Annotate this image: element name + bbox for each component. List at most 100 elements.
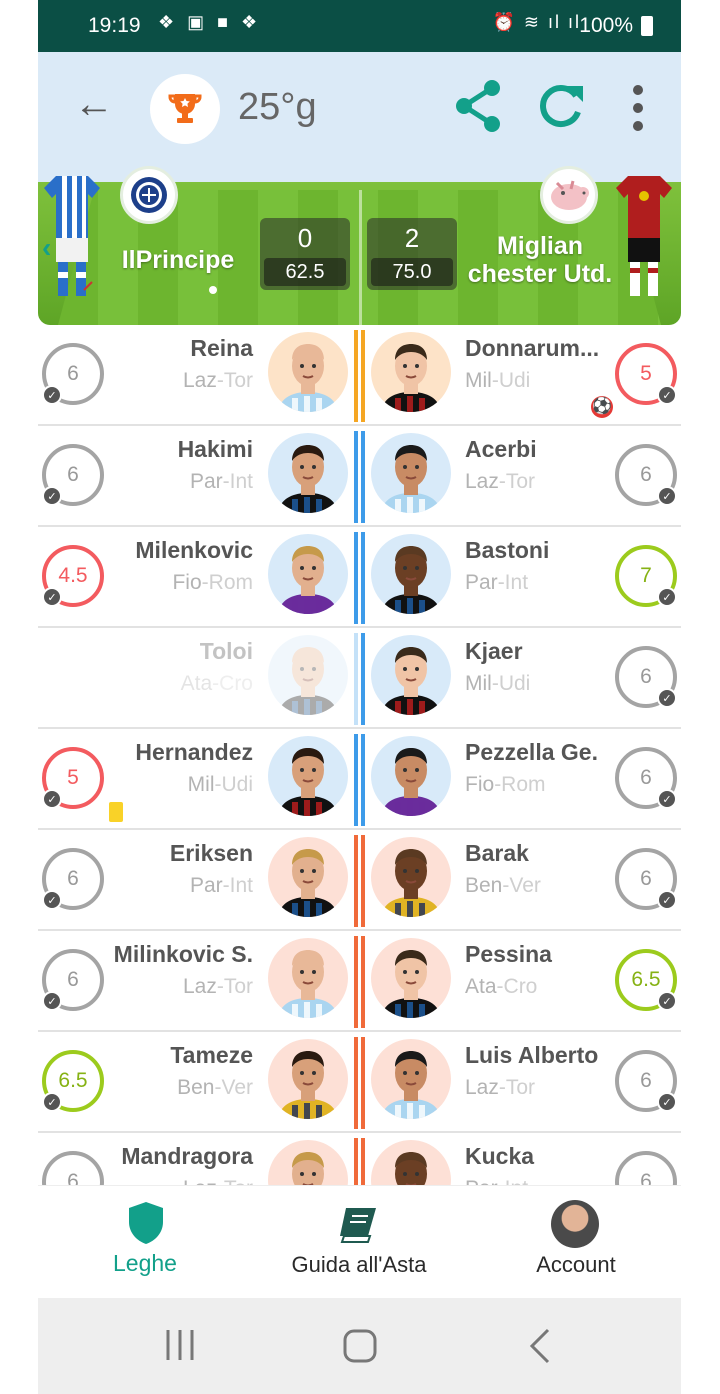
role-bar	[354, 330, 358, 422]
lineup-list[interactable]: Reina Laz-Tor 6 ✓ Donnarum... Mil-Udi 5 ✓ ⚽ Hakim…	[38, 325, 681, 1185]
away-crest-icon	[540, 166, 598, 224]
nav-account[interactable]: Account	[514, 1186, 638, 1299]
nav-leghe[interactable]: Leghe	[78, 1186, 212, 1299]
recent-apps-icon[interactable]	[164, 1328, 196, 1362]
player-rating[interactable]: 6✓	[42, 343, 104, 405]
player-rating[interactable]: 5 ✓	[615, 343, 677, 405]
player-rating[interactable]: 4.5 ✓	[42, 545, 104, 607]
yellow-card-icon	[109, 802, 123, 822]
player-rating[interactable]: 6✓	[42, 949, 104, 1011]
player-rating[interactable]: 6✓	[615, 444, 677, 506]
player-opponent: -Udi	[491, 369, 531, 392]
player-rating[interactable]: 6✓	[615, 747, 677, 809]
player-fixture: Laz-Tor	[183, 975, 253, 999]
player-opponent: -Rom	[201, 571, 253, 594]
player-name: Pessina	[465, 941, 552, 967]
player-opponent: -Tor	[216, 975, 253, 998]
away-team-name[interactable]: Miglian chester Utd.	[464, 232, 616, 288]
check-icon: ✓	[657, 1092, 677, 1112]
app-screen: 19:19 ❖ ▣ ■ ❖ ⏰ ≋ ıl ıl 100% ← 25°g IlPr…	[38, 0, 681, 1394]
prev-match-chevron-icon[interactable]: ‹	[42, 232, 51, 264]
player-rating[interactable]: 6✓	[42, 848, 104, 910]
player-rating[interactable]: 6✓	[615, 1151, 677, 1185]
player-name: Reina	[190, 335, 253, 361]
player-fixture: Laz-Tor	[465, 1076, 535, 1100]
player-team: Ata	[465, 975, 497, 998]
player-team: Fio	[172, 571, 202, 594]
player-name: Toloi	[199, 638, 253, 664]
check-icon: ✓	[42, 789, 62, 809]
lineup-row[interactable]: Reina Laz-Tor 6 ✓ Donnarum... Mil-Udi 5 ✓ ⚽	[38, 325, 681, 426]
player-fixture: Mil-Udi	[465, 672, 530, 696]
match-header: IlPrincipe 0 62.5 2 75.0 Miglian chester…	[38, 162, 681, 325]
home-score-box: 0 62.5	[260, 218, 350, 290]
rating-value: 6	[640, 665, 652, 688]
signal-icons: ⏰ ≋ ıl ıl	[492, 12, 581, 32]
refresh-icon[interactable]	[536, 78, 586, 139]
player-opponent: -Cro	[212, 672, 253, 695]
rating-value: 6	[640, 1069, 652, 1092]
lineup-row[interactable]: Toloi Ata-Cro Kjaer Mil-Udi 6 ✓	[38, 628, 681, 729]
role-bar	[354, 734, 358, 826]
player-avatar	[268, 938, 348, 1018]
player-fixture: Par-Int	[465, 571, 528, 595]
system-back-icon[interactable]	[528, 1328, 552, 1364]
player-avatar	[371, 837, 451, 917]
away-points: 75.0	[371, 258, 453, 286]
player-rating[interactable]: 6✓	[615, 646, 677, 708]
role-bar	[354, 633, 358, 725]
nav-guida[interactable]: Guida all'Asta	[274, 1186, 444, 1299]
player-rating[interactable]: 5 ✓	[42, 747, 104, 809]
soccer-ball-icon: ⚽	[591, 396, 613, 418]
ball-icon	[209, 286, 217, 294]
lineup-row[interactable]: Mandragora Laz-Tor 6✓ Kucka Par-Int 6✓	[38, 1133, 681, 1185]
player-avatar	[371, 332, 451, 412]
role-bar	[361, 1037, 365, 1129]
trophy-icon[interactable]	[150, 74, 220, 144]
share-icon[interactable]	[452, 78, 506, 139]
player-opponent: -Tor	[217, 1177, 253, 1185]
check-icon: ✓	[42, 991, 62, 1011]
player-fixture: Par-Int	[190, 470, 253, 494]
player-rating[interactable]: 6✓	[615, 848, 677, 910]
player-rating[interactable]: 6.5 ✓	[42, 1050, 104, 1112]
system-navigation-bar	[38, 1298, 681, 1394]
rating-value: 5	[640, 362, 652, 385]
lineup-row[interactable]: Eriksen Par-Int 6 ✓ Barak Ben-Ver 6 ✓	[38, 830, 681, 931]
player-team: Laz	[182, 975, 217, 998]
player-rating[interactable]: 6✓	[615, 1050, 677, 1112]
player-avatar	[268, 1140, 348, 1185]
lineup-row[interactable]: Milenkovic Fio-Rom 4.5 ✓ Bastoni Par-Int 7 ✓	[38, 527, 681, 628]
player-rating[interactable]: 6.5 ✓	[615, 949, 677, 1011]
player-fixture: Par-Int	[465, 1177, 528, 1185]
player-fixture: Mil-Udi	[188, 773, 253, 797]
player-name: Barak	[465, 840, 529, 866]
player-rating[interactable]: 6✓	[42, 444, 104, 506]
lineup-row[interactable]: Milinkovic S. Laz-Tor 6 ✓ Pessina Ata-Cro 6.5 ✓	[38, 931, 681, 1032]
back-arrow-icon[interactable]: ←	[74, 82, 114, 126]
rating-value: 6	[640, 1170, 652, 1185]
role-bar	[354, 431, 358, 523]
home-button-icon[interactable]	[342, 1328, 378, 1364]
player-rating[interactable]: 7 ✓	[615, 545, 677, 607]
more-options-icon[interactable]	[630, 84, 646, 137]
player-name: Acerbi	[465, 436, 537, 462]
player-rating[interactable]: 6✓	[42, 1151, 104, 1185]
player-fixture: Ata-Cro	[465, 975, 537, 999]
player-avatar	[268, 332, 348, 412]
lineup-row[interactable]: Hernandez Mil-Udi 5 ✓ Pezzella Ge. Fio-Rom 6 ✓	[38, 729, 681, 830]
player-fixture: Laz-Tor	[183, 1177, 253, 1185]
player-team: Laz	[465, 470, 499, 493]
player-avatar	[371, 1039, 451, 1119]
lineup-row[interactable]: Tameze Ben-Ver 6.5 ✓ Luis Alberto Laz-Tor 6 ✓	[38, 1032, 681, 1133]
check-icon: ✓	[657, 486, 677, 506]
lineup-row[interactable]: Hakimi Par-Int 6 ✓ Acerbi Laz-Tor 6 ✓	[38, 426, 681, 527]
player-name: Pezzella Ge.	[465, 739, 598, 765]
check-icon: ✓	[42, 1092, 62, 1112]
role-bar	[354, 936, 358, 1028]
role-bar	[354, 1138, 358, 1185]
role-bar	[361, 532, 365, 624]
player-fixture: Fio-Rom	[465, 773, 546, 797]
home-team-name[interactable]: IlPrincipe	[108, 246, 248, 274]
player-avatar	[268, 433, 348, 513]
